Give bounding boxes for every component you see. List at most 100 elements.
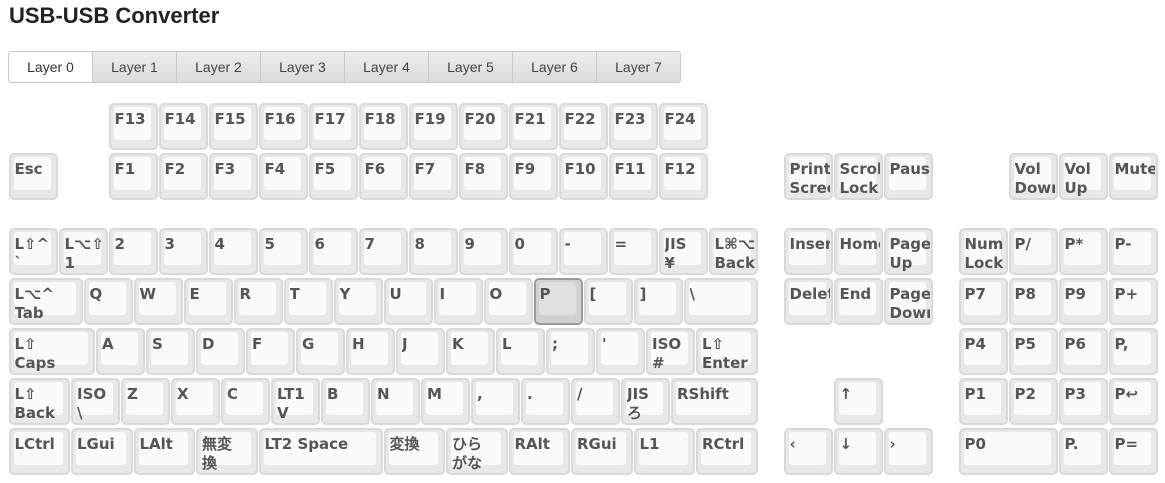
key-rctrl[interactable]: RCtrl [696,428,758,475]
key-symbol[interactable]: - [558,228,608,275]
key-z[interactable]: Z [121,378,170,425]
key-symbol[interactable]: ; [546,328,595,375]
key-num-lock[interactable]: Num Lock [958,228,1008,275]
key-f11[interactable]: F11 [608,153,658,200]
key-f16[interactable]: F16 [258,103,308,150]
key-symbol[interactable]: ‹ [783,428,833,475]
key-0[interactable]: 0 [508,228,558,275]
key-p[interactable]: P↩ [1108,378,1158,425]
key-f8[interactable]: F8 [458,153,508,200]
key-l[interactable]: L [496,328,545,375]
key-l-back[interactable]: L⌘⌥ Back [708,228,758,275]
key-p6[interactable]: P6 [1058,328,1108,375]
key-l-enter[interactable]: L⇧ Enter [696,328,758,375]
key-mute[interactable]: Mute [1108,153,1158,200]
key-m[interactable]: M [421,378,470,425]
key-page-up[interactable]: Page Up [883,228,933,275]
key-f17[interactable]: F17 [308,103,358,150]
key-p[interactable]: P- [1108,228,1158,275]
key-c[interactable]: C [221,378,270,425]
key-a[interactable]: A [96,328,145,375]
key-l[interactable]: L⇧^ ` [8,228,58,275]
key-symbol[interactable]: 変換 [383,428,445,475]
key-u[interactable]: U [383,278,433,325]
key-l-caps[interactable]: L⇧ Caps [8,328,95,375]
key-lctrl[interactable]: LCtrl [8,428,70,475]
key-x[interactable]: X [171,378,220,425]
key-g[interactable]: G [296,328,345,375]
key-f5[interactable]: F5 [308,153,358,200]
key-3[interactable]: 3 [158,228,208,275]
key-s[interactable]: S [146,328,195,375]
key-f[interactable]: F [246,328,295,375]
key-l-tab[interactable]: L⌥^ Tab [8,278,83,325]
key-h[interactable]: H [346,328,395,375]
key-delete[interactable]: Delete [783,278,833,325]
key-p4[interactable]: P4 [958,328,1008,375]
key-print-screen[interactable]: Print Screen [783,153,833,200]
key-p8[interactable]: P8 [1008,278,1058,325]
key-b[interactable]: B [321,378,370,425]
key-p[interactable]: P* [1058,228,1108,275]
key-end[interactable]: End [833,278,883,325]
key-symbol[interactable]: 無変 換 [196,428,258,475]
key-5[interactable]: 5 [258,228,308,275]
key-esc[interactable]: Esc [8,153,58,200]
key-q[interactable]: Q [83,278,133,325]
key-f3[interactable]: F3 [208,153,258,200]
key-jis[interactable]: JIS ろ [621,378,670,425]
key-p[interactable]: P. [1058,428,1108,475]
key-p[interactable]: P [533,278,583,325]
key-f10[interactable]: F10 [558,153,608,200]
key-f7[interactable]: F7 [408,153,458,200]
key-vol-down[interactable]: Vol Down [1008,153,1058,200]
key-vol-up[interactable]: Vol Up [1058,153,1108,200]
key-p2[interactable]: P2 [1008,378,1058,425]
key-t[interactable]: T [283,278,333,325]
key-symbol[interactable]: ↑ [833,378,883,425]
key-f1[interactable]: F1 [108,153,158,200]
key-f13[interactable]: F13 [108,103,158,150]
key-symbol[interactable]: ↓ [833,428,883,475]
key-lgui[interactable]: LGui [71,428,133,475]
key-p3[interactable]: P3 [1058,378,1108,425]
key-n[interactable]: N [371,378,420,425]
key-f23[interactable]: F23 [608,103,658,150]
key-f22[interactable]: F22 [558,103,608,150]
key-6[interactable]: 6 [308,228,358,275]
key-y[interactable]: Y [333,278,383,325]
key-f20[interactable]: F20 [458,103,508,150]
key-symbol[interactable]: = [608,228,658,275]
key-p[interactable]: P/ [1008,228,1058,275]
key-e[interactable]: E [183,278,233,325]
key-d[interactable]: D [196,328,245,375]
key-jis[interactable]: JIS ¥ [658,228,708,275]
key-p9[interactable]: P9 [1058,278,1108,325]
key-8[interactable]: 8 [408,228,458,275]
key-f4[interactable]: F4 [258,153,308,200]
key-symbol[interactable]: ] [633,278,683,325]
key-k[interactable]: K [446,328,495,375]
key-symbol[interactable]: ' [596,328,645,375]
key-scroll-lock[interactable]: Scroll Lock [833,153,883,200]
key-iso[interactable]: ISO \ [71,378,120,425]
key-symbol[interactable]: [ [583,278,633,325]
key-symbol[interactable]: , [471,378,520,425]
key-w[interactable]: W [133,278,183,325]
key-symbol[interactable]: / [571,378,620,425]
key-home[interactable]: Home [833,228,883,275]
key-rshift[interactable]: RShift [671,378,758,425]
key-symbol[interactable]: › [883,428,933,475]
key-l-1[interactable]: L⌥⇧^ 1 [58,228,108,275]
key-p1[interactable]: P1 [958,378,1008,425]
key-l-back[interactable]: L⇧ Back [8,378,70,425]
key-insert[interactable]: Insert [783,228,833,275]
key-i[interactable]: I [433,278,483,325]
key-ralt[interactable]: RAlt [508,428,570,475]
key-pause[interactable]: Pause [883,153,933,200]
key-lalt[interactable]: LAlt [133,428,195,475]
key-9[interactable]: 9 [458,228,508,275]
key-p[interactable]: P+ [1108,278,1158,325]
key-symbol[interactable]: \ [683,278,758,325]
key-lt2-space[interactable]: LT2 Space [258,428,383,475]
